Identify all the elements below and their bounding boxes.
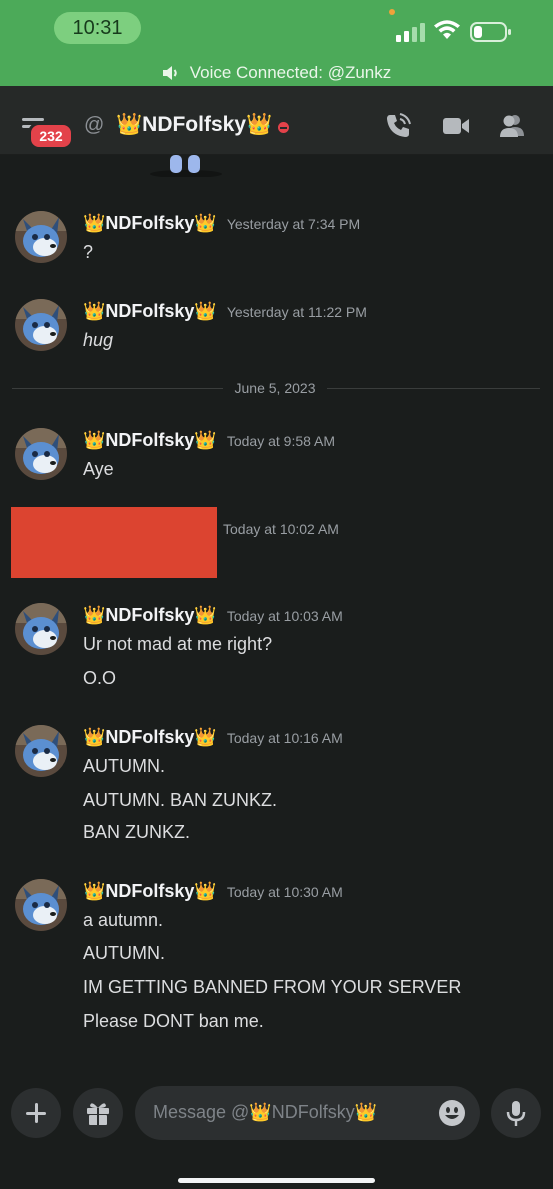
status-time: 10:31 xyxy=(54,12,141,44)
message-input-placeholder: Message @👑NDFolfsky👑 xyxy=(153,1102,378,1122)
at-icon: @ xyxy=(84,114,105,136)
message-text: a autumn. xyxy=(83,910,164,930)
speaker-icon xyxy=(162,66,177,80)
message-timestamp: Yesterday at 7:34 PM xyxy=(226,216,361,232)
sticker-peek-image xyxy=(150,155,222,177)
avatar-image xyxy=(15,428,67,480)
cellular-signal-icon xyxy=(396,23,425,42)
dm-header: 232 @ 👑NDFolfsky👑 xyxy=(0,86,553,155)
message-timestamp: Today at 10:02 AM xyxy=(223,521,339,537)
avatar-image xyxy=(15,299,67,351)
date-divider-label: June 5, 2023 xyxy=(223,380,327,396)
microphone-icon xyxy=(506,1101,526,1126)
message-author[interactable]: 👑NDFolfsky👑 Today at 10:16 AM xyxy=(83,727,343,748)
avatar[interactable] xyxy=(15,428,67,480)
message-text: BAN ZUNKZ. xyxy=(83,822,191,842)
avatar[interactable] xyxy=(15,879,67,931)
message-timestamp: Today at 10:16 AM xyxy=(226,730,343,746)
message-timestamp: Today at 10:03 AM xyxy=(226,608,343,624)
message-author[interactable]: 👑NDFolfsky👑 Today at 9:58 AM xyxy=(83,430,335,451)
message-text: ? xyxy=(83,242,94,262)
gift-button[interactable] xyxy=(73,1088,123,1138)
message-author[interactable]: 👑NDFolfsky👑 Yesterday at 11:22 PM xyxy=(83,301,367,322)
message-input[interactable]: Message @👑NDFolfsky👑 xyxy=(135,1086,480,1140)
message-text: O.O xyxy=(83,668,117,688)
emoji-icon[interactable] xyxy=(438,1099,466,1127)
members-icon[interactable] xyxy=(498,112,526,140)
message-text: Aye xyxy=(83,459,114,479)
redacted-block xyxy=(11,507,217,578)
message-timestamp: Today at 9:58 AM xyxy=(226,433,336,449)
author-name: 👑NDFolfsky👑 xyxy=(83,213,217,233)
author-name: 👑NDFolfsky👑 xyxy=(83,881,217,901)
author-name: 👑NDFolfsky👑 xyxy=(83,605,217,625)
plus-icon xyxy=(26,1103,46,1123)
message-text: IM GETTING BANNED FROM YOUR SERVER xyxy=(83,977,462,997)
battery-icon xyxy=(470,22,511,42)
dnd-status-icon xyxy=(278,122,289,133)
voice-message-button[interactable] xyxy=(491,1088,541,1138)
avatar-image xyxy=(15,603,67,655)
dm-name[interactable]: 👑NDFolfsky👑 xyxy=(116,113,272,137)
message-text: AUTUMN. BAN ZUNKZ. xyxy=(83,790,278,810)
message-timestamp: Yesterday at 11:22 PM xyxy=(226,304,367,320)
add-button[interactable] xyxy=(11,1088,61,1138)
avatar-image xyxy=(15,211,67,263)
privacy-indicator-dot xyxy=(389,9,395,15)
avatar[interactable] xyxy=(15,603,67,655)
home-indicator xyxy=(178,1178,375,1183)
message-text: Ur not mad at me right? xyxy=(83,634,273,654)
avatar[interactable] xyxy=(15,299,67,351)
message-text: AUTUMN. xyxy=(83,756,165,776)
message-author[interactable]: 👑NDFolfsky👑 Today at 10:30 AM xyxy=(83,881,343,902)
message-author[interactable]: 👑NDFolfsky👑 Yesterday at 7:34 PM xyxy=(83,213,360,234)
wifi-icon xyxy=(434,20,460,39)
author-name: 👑NDFolfsky👑 xyxy=(83,430,217,450)
author-name: 👑NDFolfsky👑 xyxy=(83,727,217,747)
message-composer: Message @👑NDFolfsky👑 xyxy=(0,1080,553,1189)
unread-badge: 232 xyxy=(28,122,74,150)
avatar[interactable] xyxy=(15,725,67,777)
author-name: 👑NDFolfsky👑 xyxy=(83,301,217,321)
video-icon[interactable] xyxy=(442,112,470,140)
gift-icon xyxy=(87,1103,109,1125)
voice-status: Voice Connected: @Zunkz xyxy=(0,60,553,86)
voice-status-text: Voice Connected: @Zunkz xyxy=(189,63,392,82)
message-text: Please DONT ban me. xyxy=(83,1011,264,1031)
avatar[interactable] xyxy=(15,211,67,263)
message-text: hug xyxy=(83,330,114,350)
avatar-image xyxy=(15,879,67,931)
phone-icon[interactable] xyxy=(384,112,412,140)
message-timestamp: Today at 10:30 AM xyxy=(226,884,343,900)
voice-connected-bar[interactable]: 10:31 Voice Connected: @Zunkz xyxy=(0,0,553,86)
message-text: AUTUMN. xyxy=(83,943,165,963)
message-author[interactable]: 👑NDFolfsky👑 Today at 10:03 AM xyxy=(83,605,343,626)
avatar-image xyxy=(15,725,67,777)
